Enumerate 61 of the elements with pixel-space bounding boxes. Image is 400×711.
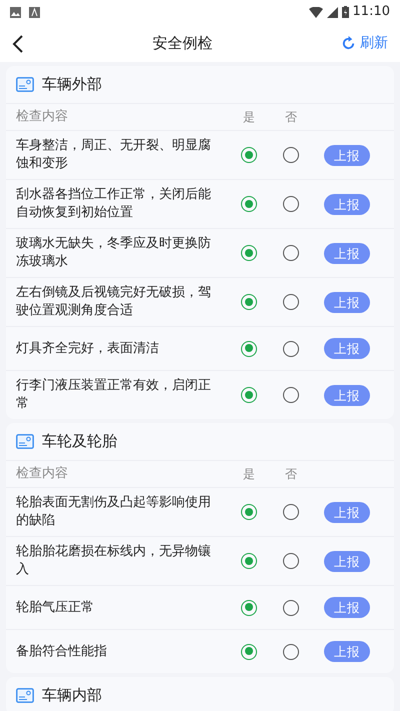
- radio-button[interactable]: [241, 340, 257, 356]
- radio-button[interactable]: [241, 294, 257, 310]
- radio-button[interactable]: [241, 644, 257, 660]
- column-header: 是: [243, 109, 255, 126]
- check-item-text: 灯具齐全完好，表面清洁: [16, 340, 159, 356]
- report-button[interactable]: 上报: [324, 597, 370, 618]
- column-header: 否: [285, 109, 297, 126]
- refresh-button[interactable]: 刷新: [341, 32, 388, 54]
- report-button[interactable]: 上报: [324, 641, 370, 662]
- check-item-text: 左右倒镜及后视镜完好无破损，驾驶位置观测角度合适: [16, 285, 211, 318]
- radio-button[interactable]: [283, 340, 299, 356]
- radio-button[interactable]: [283, 387, 299, 403]
- wifi-icon: [308, 6, 323, 18]
- radio-button[interactable]: [241, 245, 257, 261]
- check-item-text: 刮水器各挡位工作正常，关闭后能自动恢复到初始位置: [16, 187, 211, 220]
- report-button[interactable]: 上报: [324, 502, 370, 522]
- report-button[interactable]: 上报: [324, 242, 370, 264]
- radio-button[interactable]: [283, 245, 299, 261]
- check-item-text: 车身整洁，周正、无开裂、明显腐蚀和变形: [16, 138, 211, 171]
- report-button[interactable]: 上报: [324, 292, 370, 312]
- signal-icon: [326, 6, 338, 18]
- image-icon: [10, 6, 21, 18]
- column-header: 否: [285, 466, 297, 483]
- column-header: 是: [243, 466, 255, 483]
- refresh-icon: [341, 36, 356, 50]
- radio-button[interactable]: [241, 387, 257, 403]
- radio-button[interactable]: [283, 600, 299, 616]
- section-title: 车辆外部: [42, 74, 102, 96]
- radio-button[interactable]: [283, 644, 299, 660]
- check-item-text: 行李门液压装置正常有效，启闭正常: [16, 378, 211, 411]
- battery-icon: [342, 6, 349, 18]
- column-header: 检查内容: [16, 466, 68, 481]
- check-item-text: 备胎符合性能指: [16, 644, 107, 658]
- section-title: 车轮及轮胎: [42, 431, 117, 452]
- report-button[interactable]: 上报: [324, 338, 370, 359]
- status-time: 11:10: [352, 3, 390, 22]
- radio-button[interactable]: [241, 504, 257, 520]
- radio-button[interactable]: [283, 504, 299, 520]
- card-icon: [16, 688, 34, 703]
- card-icon: [16, 77, 34, 92]
- column-header: 检查内容: [16, 109, 68, 124]
- check-item-text: 玻璃水无缺失，冬季应及时更换防冻玻璃水: [16, 236, 211, 269]
- radio-button[interactable]: [241, 553, 257, 569]
- radio-button[interactable]: [241, 147, 257, 163]
- radio-button[interactable]: [283, 553, 299, 569]
- radio-button[interactable]: [283, 147, 299, 163]
- check-item-text: 轮胎气压正常: [16, 600, 94, 614]
- section-title: 车辆内部: [42, 685, 102, 706]
- report-button[interactable]: 上报: [324, 384, 370, 406]
- radio-button[interactable]: [283, 196, 299, 212]
- report-button[interactable]: 上报: [324, 550, 370, 572]
- report-button[interactable]: 上报: [324, 144, 370, 166]
- radio-button[interactable]: [283, 294, 299, 310]
- page-title: 安全例检: [152, 32, 212, 54]
- check-item-text: 轮胎胎花磨损在标线内，无异物镶入: [16, 544, 211, 577]
- radio-button[interactable]: [241, 600, 257, 616]
- check-item-text: 轮胎表面无割伤及凸起等影响使用的缺陷: [16, 495, 211, 528]
- card-icon: [16, 434, 34, 449]
- report-button[interactable]: 上报: [324, 194, 370, 214]
- app-icon: [29, 6, 40, 18]
- radio-button[interactable]: [241, 196, 257, 212]
